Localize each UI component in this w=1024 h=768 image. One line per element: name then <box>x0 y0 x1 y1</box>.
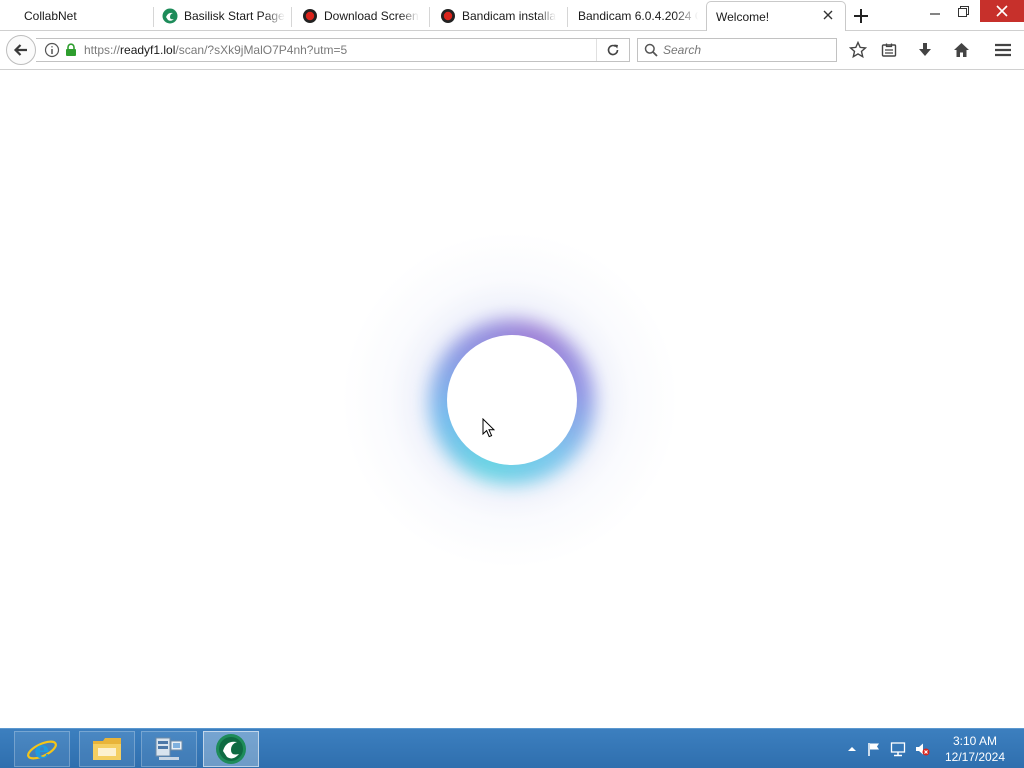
search-input[interactable] <box>663 43 823 57</box>
address-bar[interactable]: https://readyf1.lol/scan/?sXk9jMalO7P4nh… <box>36 38 630 62</box>
close-tab-icon[interactable] <box>821 8 835 22</box>
reload-button[interactable] <box>596 39 629 61</box>
tab-label: Welcome! <box>716 10 770 24</box>
loading-spinner-center <box>447 335 577 465</box>
url-domain: readyf1.lol <box>120 43 176 57</box>
show-hidden-icons-arrow[interactable] <box>844 741 860 757</box>
basilisk-taskbar-icon <box>216 734 246 764</box>
clock-time: 3:10 AM <box>952 734 998 748</box>
tab-collabnet[interactable]: CollabNet <box>16 2 154 30</box>
search-icon <box>644 43 658 57</box>
file-explorer-icon <box>93 738 121 760</box>
new-tab-icon[interactable] <box>852 7 870 25</box>
home-button[interactable] <box>950 39 972 61</box>
lock-icon <box>66 43 76 56</box>
close-window-button[interactable] <box>980 0 1024 22</box>
tab-label: Basilisk Start Page <box>184 9 285 23</box>
bandicam-icon <box>441 9 455 23</box>
close-icon <box>996 5 1008 17</box>
search-bar[interactable] <box>637 38 837 62</box>
back-button[interactable] <box>6 35 36 65</box>
minimize-button[interactable] <box>920 0 950 22</box>
tab-welcome[interactable]: Welcome! <box>706 1 846 32</box>
menu-icon <box>995 43 1011 57</box>
menu-button[interactable] <box>992 39 1014 61</box>
tab-strip: CollabNet Basilisk Start Page Download S… <box>0 0 1024 32</box>
url-text[interactable]: https://readyf1.lol/scan/?sXk9jMalO7P4nh… <box>84 43 347 57</box>
downloads-button[interactable] <box>914 39 936 61</box>
tab-label: CollabNet <box>24 9 77 23</box>
back-arrow-icon <box>13 44 27 56</box>
restore-button[interactable] <box>948 0 978 22</box>
url-scheme: https:// <box>84 43 121 57</box>
bandicam-icon <box>303 9 317 23</box>
reading-list-icon <box>881 43 897 57</box>
tab-basilisk-start-page[interactable]: Basilisk Start Page <box>156 2 292 30</box>
network-icon[interactable] <box>890 741 906 757</box>
mouse-cursor-icon <box>482 418 495 438</box>
downloads-icon <box>919 43 931 56</box>
tab-bandicam-version[interactable]: Bandicam 6.0.4.2024 C <box>570 2 704 30</box>
taskbar-basilisk[interactable] <box>203 731 259 767</box>
basilisk-icon <box>162 8 178 24</box>
bookmark-star-button[interactable] <box>847 39 869 61</box>
taskbar-file-explorer[interactable] <box>79 731 135 767</box>
url-path: /scan/?sXk9jMalO7P4nh?utm=5 <box>175 43 348 57</box>
action-center-flag-icon[interactable] <box>866 741 882 757</box>
restore-icon <box>957 5 969 17</box>
tab-download-screen[interactable]: Download Screen <box>296 2 430 30</box>
svg-text:e: e <box>34 735 49 764</box>
navigation-toolbar: https://readyf1.lol/scan/?sXk9jMalO7P4nh… <box>0 31 1024 70</box>
reload-icon <box>607 44 619 56</box>
internet-explorer-icon: e <box>27 735 57 764</box>
clock-date: 12/17/2024 <box>944 750 1006 764</box>
taskbar-server-manager[interactable] <box>141 731 197 767</box>
tab-label: Download Screen <box>324 9 419 23</box>
page-info-icon[interactable] <box>44 42 60 58</box>
taskbar-internet-explorer[interactable]: e <box>14 731 70 767</box>
server-manager-icon <box>155 737 183 760</box>
volume-muted-icon[interactable] <box>914 741 930 757</box>
windows-taskbar: e 3:10 AM 12/17/2024 <box>0 728 1024 768</box>
bookmark-star-icon <box>849 41 867 59</box>
minimize-icon <box>930 13 940 15</box>
reading-list-button[interactable] <box>878 39 900 61</box>
system-clock[interactable]: 3:10 AM 12/17/2024 <box>940 733 1010 765</box>
tab-label: Bandicam installa <box>462 9 557 23</box>
home-icon <box>953 43 969 57</box>
page-content <box>0 70 1024 728</box>
tab-bandicam-installer[interactable]: Bandicam installa <box>434 2 568 30</box>
tab-label: Bandicam 6.0.4.2024 C <box>578 9 698 23</box>
